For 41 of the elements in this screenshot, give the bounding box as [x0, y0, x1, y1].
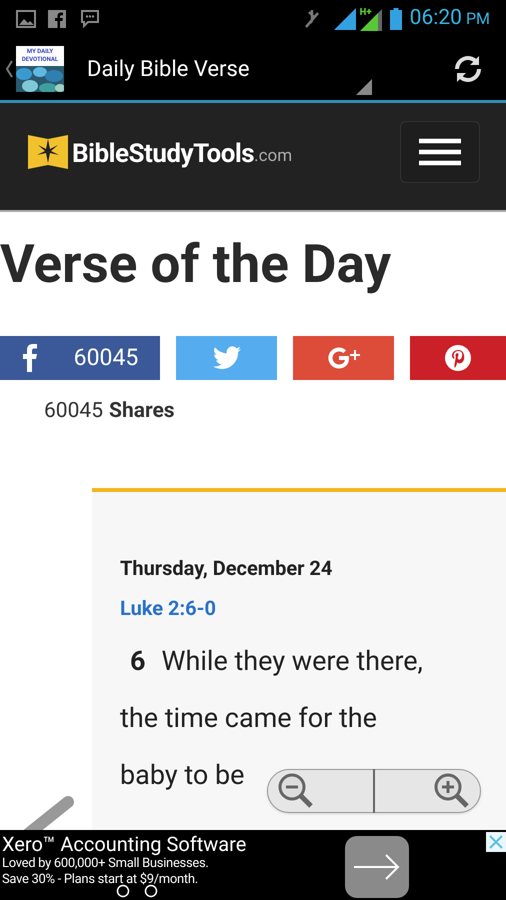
logo-name: BibleStudyTools [72, 138, 254, 171]
bird-icon [212, 346, 240, 370]
ad-title: Xero™ Accounting Software [2, 832, 246, 856]
verse-number: 6 [130, 644, 146, 678]
share-count: 60045 [44, 398, 104, 425]
picture-icon [16, 10, 36, 28]
shares-label: Shares [109, 398, 175, 425]
open-book-star-icon [28, 133, 68, 171]
verse-line: the time came for the [120, 700, 377, 736]
mobile-data-icon [360, 7, 382, 31]
signal-icon [334, 8, 356, 30]
verse-date: Thursday, December 24 [120, 554, 334, 580]
close-icon [489, 835, 503, 849]
verse-line: baby to be [120, 758, 244, 792]
back-chevron-icon [5, 60, 13, 78]
facebook-icon [22, 344, 38, 372]
clock-meridiem: PM [466, 8, 490, 30]
share-button[interactable] [410, 336, 506, 380]
menu-icon [419, 138, 461, 166]
clock-time: 06:20 [410, 5, 462, 32]
page-title: Verse of the Day [0, 234, 392, 294]
zoom-control[interactable] [267, 769, 481, 813]
chat-bubble-icon [80, 10, 100, 28]
app-title: Daily Bible Verse [87, 56, 250, 84]
ad-text: Save 30% - Plans start at $9/month. [2, 872, 199, 888]
facebook-icon [48, 10, 66, 28]
carousel-dot-icon[interactable] [144, 884, 158, 898]
share-button[interactable] [293, 336, 394, 380]
verse-reference: Luke 2:6-0 [120, 594, 217, 620]
logo-suffix: .com [254, 145, 292, 168]
refresh-icon [452, 53, 484, 85]
ad-text: Loved by 600,000+ Small Businesses. [2, 856, 210, 872]
right-arrow-icon [354, 853, 400, 881]
carousel-dot-icon[interactable] [116, 884, 130, 898]
menu-button[interactable] [400, 121, 480, 183]
ad-banner[interactable]: Xero™ Accounting Software Loved by 600,000+ Small Businesses. Save 30% - Plans start at $9/month. [0, 830, 506, 900]
pinterest-icon [445, 345, 471, 371]
verse-line: While they were there, [162, 644, 423, 678]
share-button[interactable]: 60045 [0, 336, 160, 380]
battery-icon [390, 8, 402, 30]
ad-arrow-button[interactable] [345, 836, 409, 898]
